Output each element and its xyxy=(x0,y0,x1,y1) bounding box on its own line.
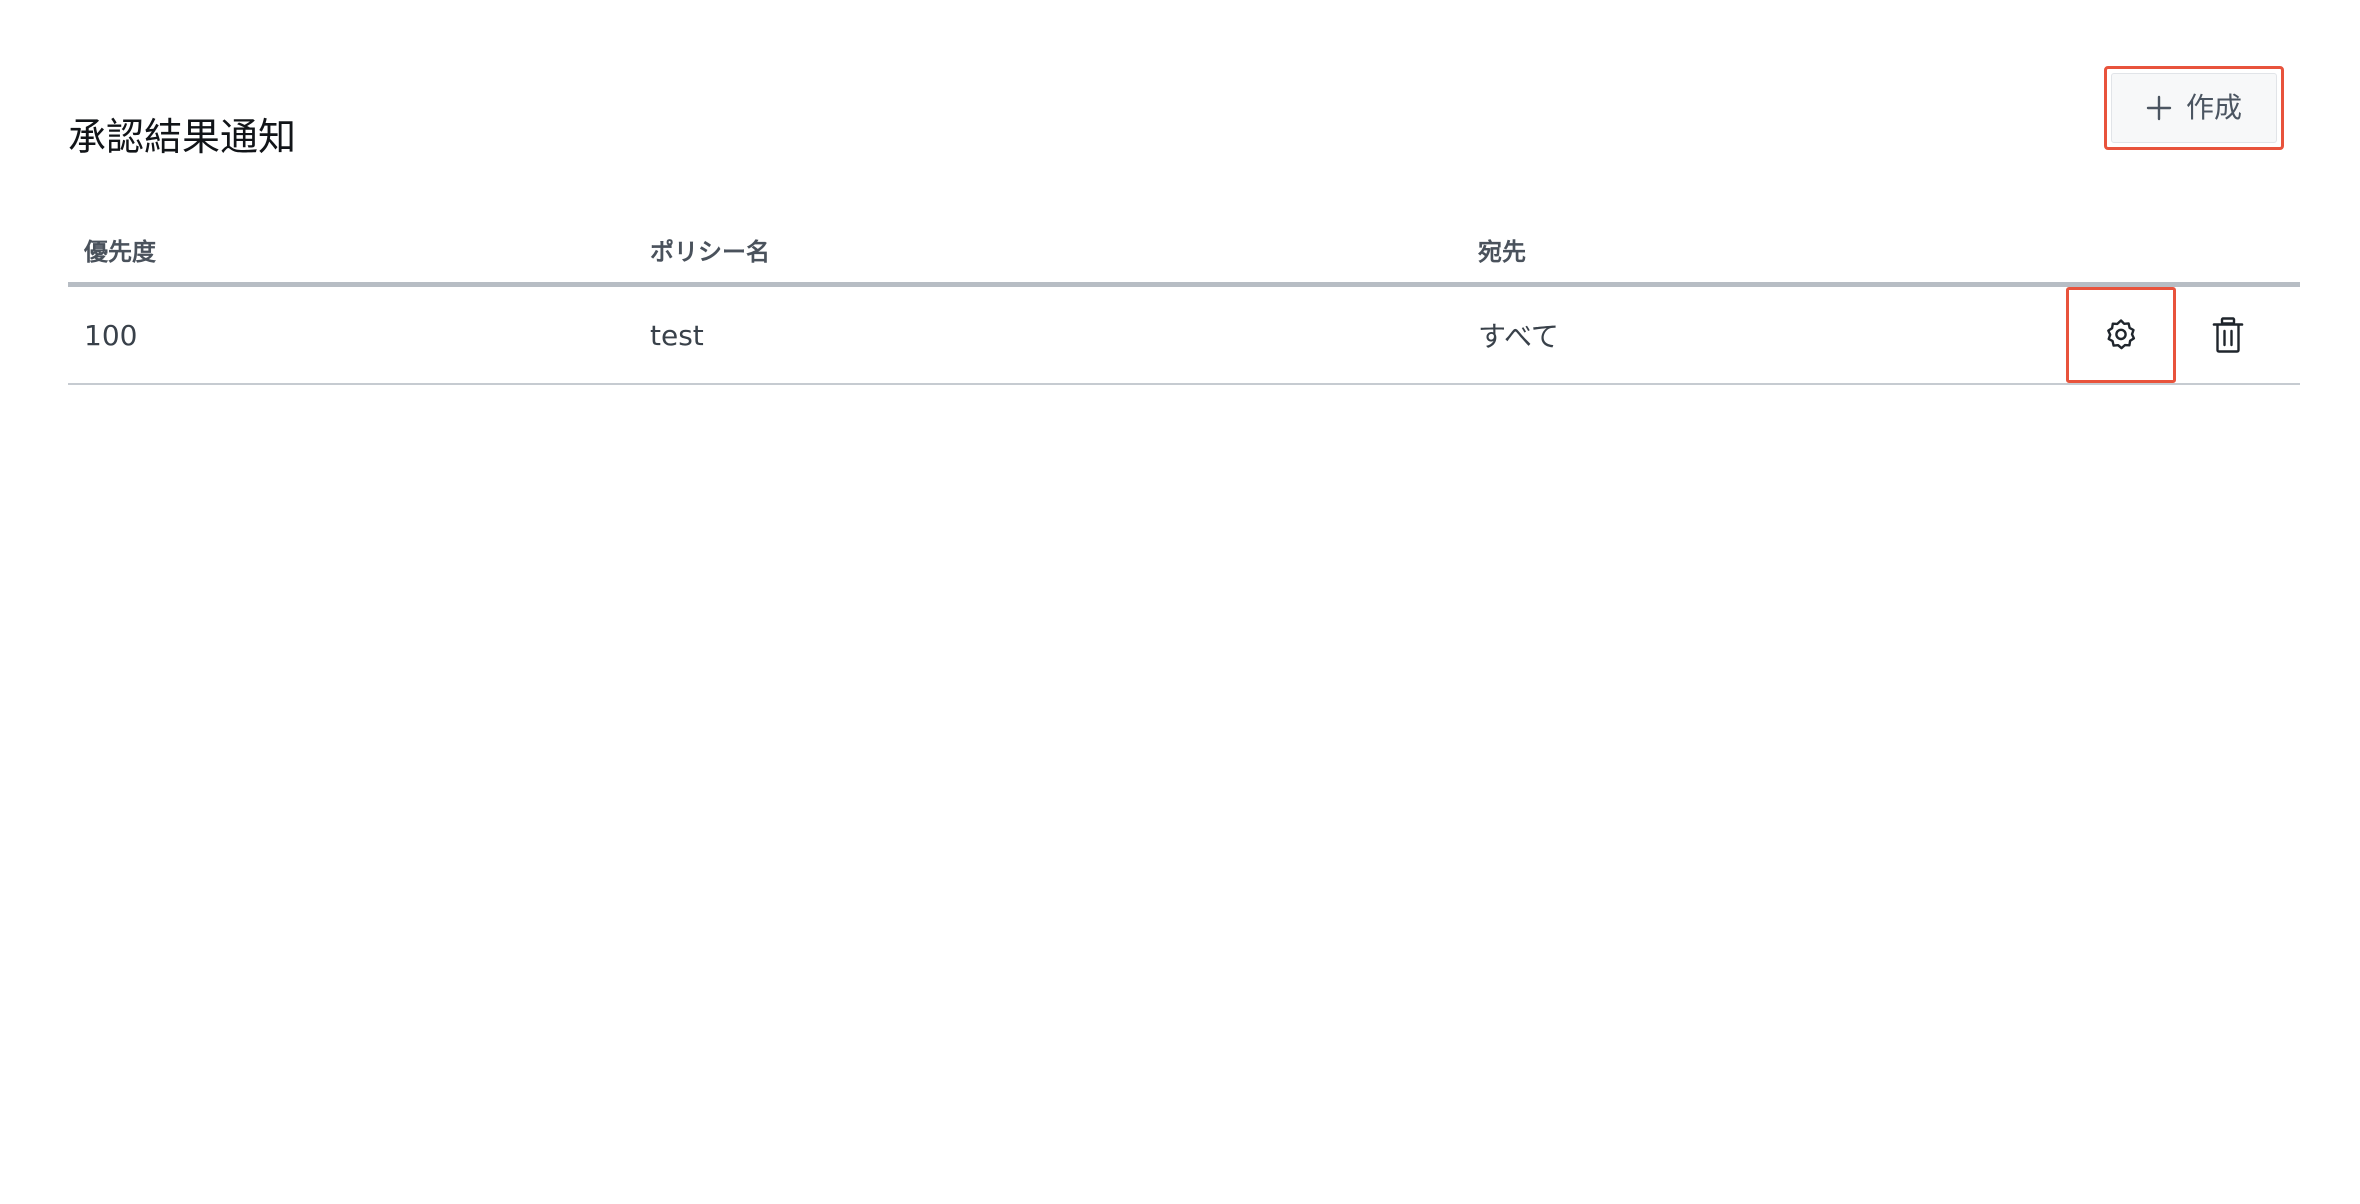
page-title: 承認結果通知 xyxy=(68,115,297,160)
settings-button[interactable] xyxy=(2066,287,2176,383)
gear-icon xyxy=(2103,317,2139,353)
cell-policy-name: test xyxy=(650,318,704,352)
delete-button[interactable] xyxy=(2188,287,2268,383)
create-button[interactable]: 作成 xyxy=(2104,66,2284,150)
create-button-face[interactable]: 作成 xyxy=(2111,73,2277,143)
table-row: 100 test すべて xyxy=(68,287,2300,385)
column-header-priority[interactable]: 優先度 xyxy=(84,232,156,267)
trash-icon xyxy=(2211,316,2245,354)
policy-table: 優先度 ポリシー名 宛先 100 test すべて xyxy=(68,222,2300,385)
create-button-label: 作成 xyxy=(2185,91,2242,124)
cell-priority: 100 xyxy=(84,318,138,352)
column-header-destination[interactable]: 宛先 xyxy=(1478,232,1526,267)
table-header: 優先度 ポリシー名 宛先 xyxy=(68,222,2300,287)
plus-icon xyxy=(2146,95,2172,121)
cell-destination: すべて xyxy=(1478,320,1559,353)
column-header-policy-name[interactable]: ポリシー名 xyxy=(650,232,770,267)
